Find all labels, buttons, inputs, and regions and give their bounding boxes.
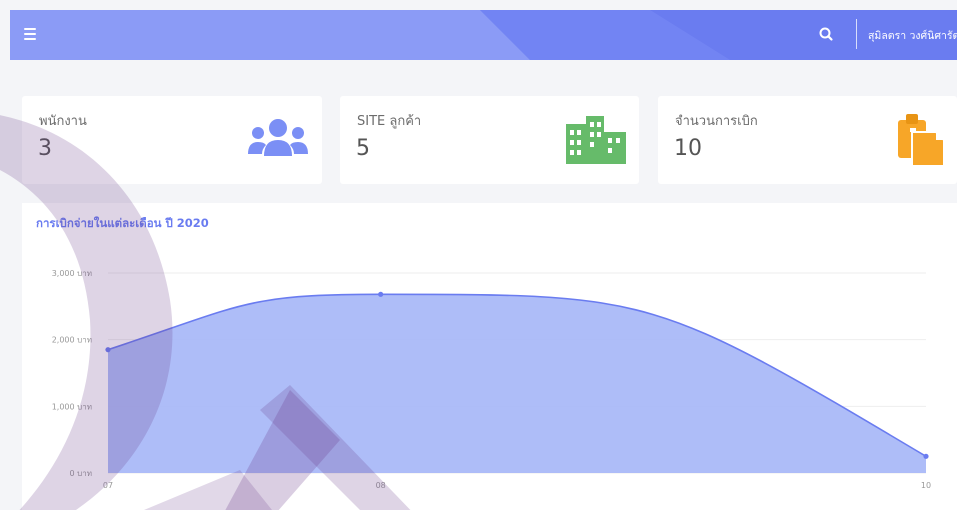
users-icon bbox=[248, 119, 308, 156]
x-tick-label: 07 bbox=[103, 481, 113, 490]
area-chart: 0 บาท 1,000 บาท 2,000 บาท 3,000 บาท 07 08 10 bbox=[52, 269, 931, 490]
stat-label: พนักงาน bbox=[39, 114, 87, 129]
search-icon[interactable] bbox=[816, 24, 836, 44]
y-tick-label: 0 บาท bbox=[70, 469, 92, 478]
y-tick-label: 1,000 บาท bbox=[52, 402, 92, 411]
y-tick-label: 2,000 บาท bbox=[52, 336, 92, 345]
data-point bbox=[923, 453, 929, 459]
user-menu[interactable]: สุมิลตรา วงศ์นิศารัตน์ bbox=[868, 27, 957, 44]
x-tick-label: 10 bbox=[921, 481, 931, 490]
building-icon bbox=[566, 116, 626, 164]
stat-value: 3 bbox=[38, 136, 52, 161]
chart-panel: การเบิกจ่ายในแต่ละเดือน ปี 2020 0 บาท 1,0… bbox=[22, 203, 957, 510]
data-point bbox=[105, 347, 111, 353]
y-tick-label: 3,000 บาท bbox=[52, 269, 92, 278]
stat-label: SITE ลูกค้า bbox=[357, 114, 422, 129]
stat-label: จำนวนการเบิก bbox=[675, 114, 758, 129]
clipboard-icon bbox=[898, 114, 944, 166]
stat-card-requisitions: จำนวนการเบิก 10 bbox=[658, 96, 957, 184]
data-point bbox=[378, 291, 384, 297]
stat-card-employees: พนักงาน 3 bbox=[22, 96, 322, 184]
x-tick-label: 08 bbox=[376, 481, 386, 490]
top-navbar: สุมิลตรา วงศ์นิศารัตน์ bbox=[10, 10, 957, 60]
stat-value: 10 bbox=[674, 136, 702, 161]
stat-card-sites: SITE ลูกค้า 5 bbox=[340, 96, 639, 184]
hamburger-icon[interactable] bbox=[24, 28, 36, 40]
header-divider bbox=[856, 19, 857, 49]
header-decoration bbox=[10, 10, 957, 60]
stat-value: 5 bbox=[356, 136, 370, 161]
